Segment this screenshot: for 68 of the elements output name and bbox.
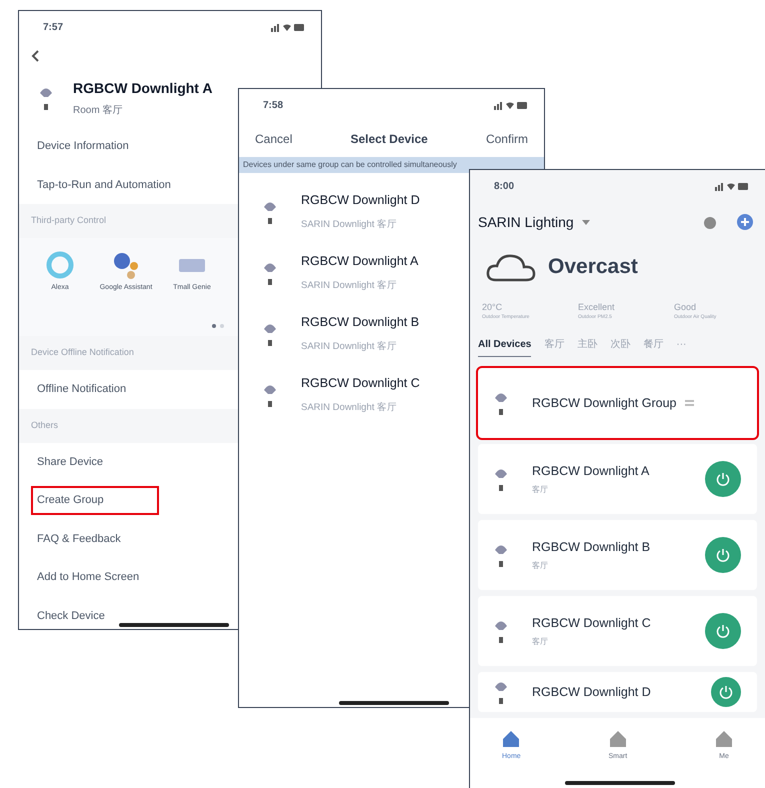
menu-item[interactable]: Create Group: [31, 486, 159, 514]
status-time: 8:00: [493, 180, 514, 194]
stat-value: 20°C: [482, 300, 504, 314]
power-button[interactable]: [711, 677, 741, 707]
device-room: Room 客厅: [73, 104, 124, 118]
status-icons: [715, 182, 749, 190]
status-icons: [494, 100, 528, 110]
device-room: 客厅: [532, 636, 549, 648]
device-detail: SARIN Downlight 客厅: [301, 278, 398, 293]
stat-value: Excellent: [578, 300, 616, 314]
device-name: RGBCW Downlight C: [301, 375, 420, 392]
device-name: RGBCW Downlight B: [532, 538, 650, 556]
device-card[interactable]: RGBCW Downlight Group: [478, 368, 757, 438]
back-icon: [31, 50, 39, 62]
power-icon: [719, 685, 733, 699]
device-name: RGBCW Downlight A: [532, 462, 650, 480]
device-card[interactable]: RGBCW Downlight B 客厅: [478, 520, 757, 590]
power-icon: [716, 472, 730, 486]
cancel-button[interactable]: Cancel: [255, 130, 292, 148]
device-name: RGBCW Downlight D: [532, 684, 651, 701]
device-name: RGBCW Downlight A: [301, 253, 418, 270]
device-detail: SARIN Downlight 客厅: [301, 340, 398, 354]
power-button[interactable]: [705, 613, 741, 649]
screen-title: Select Device: [350, 131, 428, 148]
section-header: Others: [31, 418, 58, 432]
assistant-icon: [111, 250, 141, 280]
stat-value: Good: [674, 300, 698, 314]
device-name: RGBCW Downlight Group: [532, 394, 676, 412]
device-name: RGBCW Downlight B: [301, 314, 420, 331]
power-icon: [716, 548, 730, 562]
menu-item[interactable]: FAQ & Feedback: [31, 524, 127, 553]
cloud-icon: [486, 252, 536, 282]
confirm-button[interactable]: Confirm: [486, 130, 528, 148]
section-header: Third-party Control: [31, 214, 106, 228]
menu-item[interactable]: Tap-to-Run and Automation: [31, 170, 177, 199]
group-icon: [684, 400, 694, 406]
section-header: Device Offline Notification: [31, 346, 134, 360]
device-detail: SARIN Downlight 客厅: [301, 218, 398, 232]
device-name: RGBCW Downlight C: [532, 614, 651, 632]
status-time: 7:57: [42, 20, 64, 34]
add-icon: [737, 214, 753, 230]
ring-icon: [45, 250, 75, 280]
menu-item[interactable]: Offline Notification: [31, 375, 132, 404]
nav-icon: [502, 730, 520, 748]
device-room: 客厅: [532, 560, 549, 572]
home-name[interactable]: SARIN Lighting: [478, 212, 574, 232]
dropdown-icon: [582, 220, 590, 224]
device-room: 客厅: [532, 484, 549, 496]
menu-item[interactable]: Check Device: [31, 602, 111, 629]
room-tab[interactable]: All Devices: [478, 337, 532, 357]
power-button[interactable]: [705, 461, 741, 497]
device-title: RGBCW Downlight A: [73, 79, 212, 98]
power-icon: [716, 624, 730, 638]
device-card[interactable]: RGBCW Downlight C 客厅: [478, 596, 757, 666]
menu-item[interactable]: Share Device: [31, 448, 110, 476]
device-card[interactable]: RGBCW Downlight D: [478, 672, 757, 712]
device-detail: SARIN Downlight 客厅: [301, 400, 398, 415]
nav-icon: [714, 730, 733, 748]
weather-condition: Overcast: [548, 254, 638, 280]
power-button[interactable]: [705, 537, 741, 573]
nav-icon: [608, 730, 627, 748]
device-card[interactable]: RGBCW Downlight A 客厅: [478, 444, 757, 514]
menu-item[interactable]: Device Information: [31, 132, 135, 160]
status-time: 7:58: [262, 98, 284, 112]
notice-banner: Devices under same group can be controlled simultaneously: [239, 157, 544, 173]
device-name: RGBCW Downlight D: [301, 192, 420, 209]
status-icons: [271, 22, 305, 32]
menu-item[interactable]: Add to Home Screen: [31, 563, 146, 592]
